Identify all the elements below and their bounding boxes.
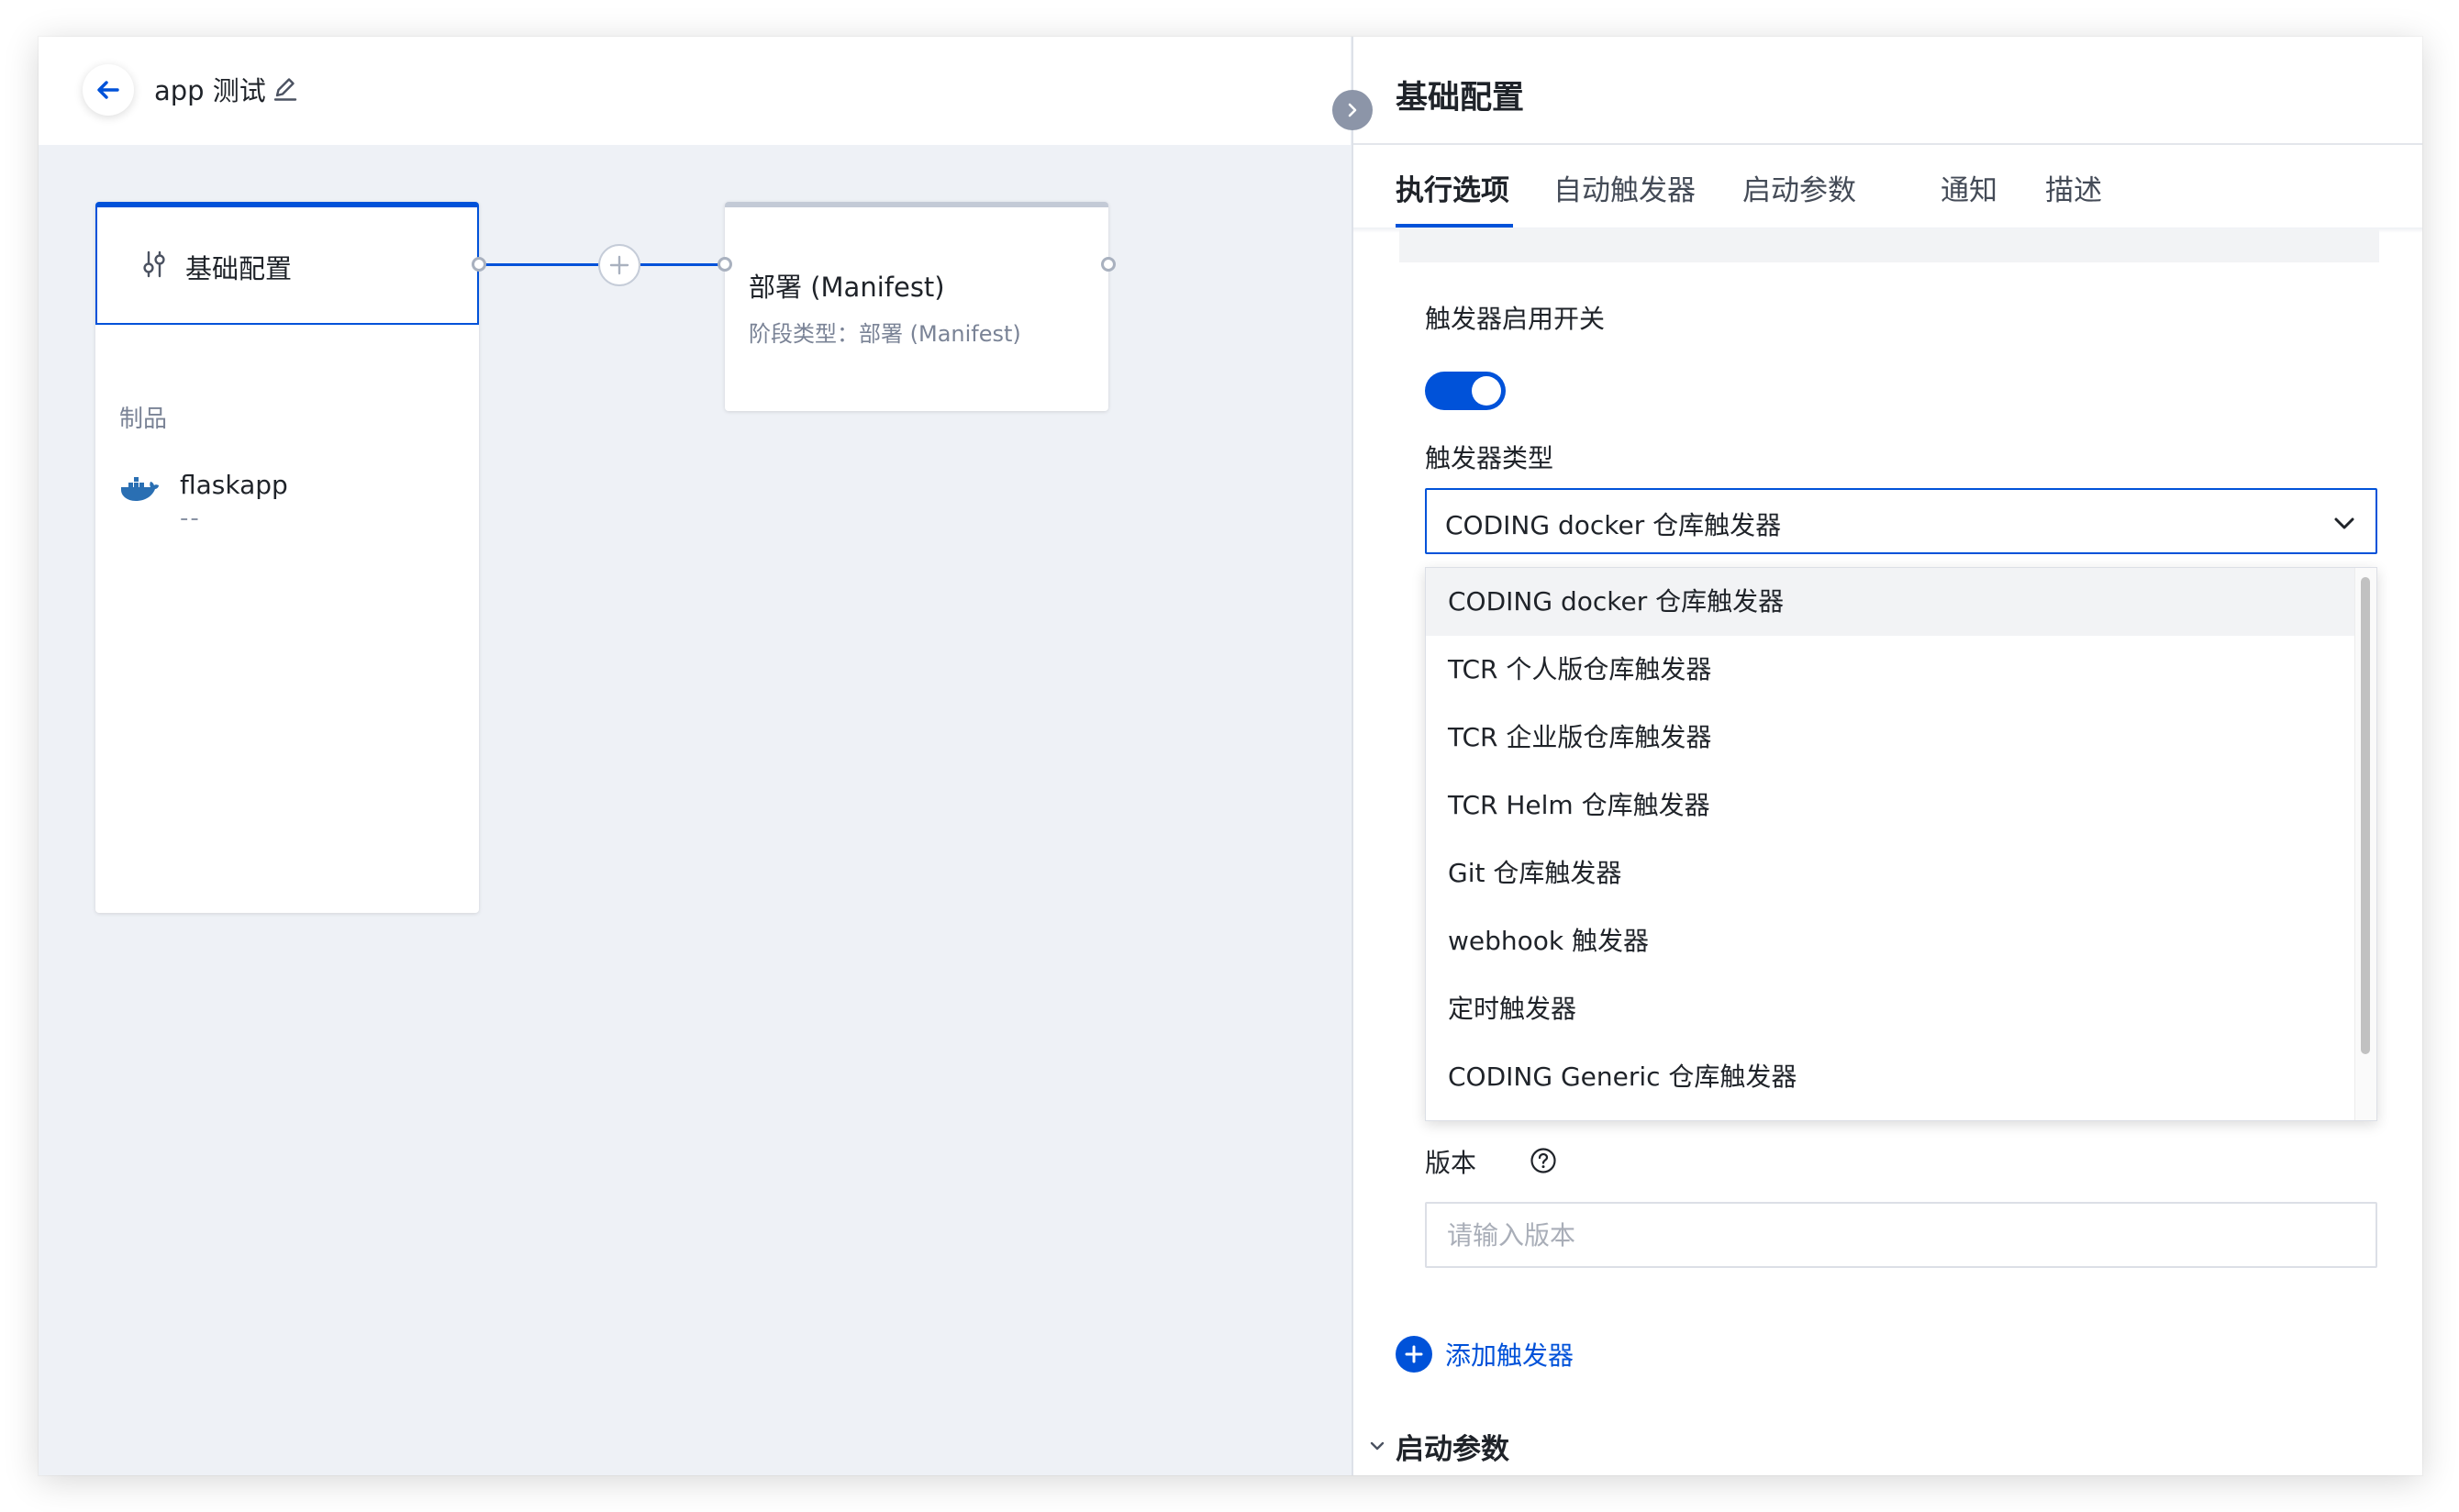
add-trigger-label: 添加触发器 bbox=[1445, 1340, 1574, 1371]
stage-name: 部署 (Manifest) bbox=[749, 272, 945, 303]
stage-port bbox=[472, 257, 486, 272]
startup-params-section-toggle[interactable]: 启动参数 bbox=[1368, 1426, 1509, 1466]
stage-port bbox=[1101, 257, 1116, 272]
stage-connector bbox=[479, 263, 600, 266]
chevron-down-icon bbox=[1370, 1441, 1385, 1451]
tab-description[interactable]: 描述 bbox=[2045, 167, 2102, 208]
collapse-panel-button[interactable] bbox=[1332, 90, 1373, 130]
canvas-header: app 测试 bbox=[39, 37, 1351, 145]
pipeline-title: app 测试 bbox=[154, 75, 266, 106]
sliders-icon bbox=[143, 250, 165, 278]
config-panel: 基础配置 执行选项 自动触发器 启动参数 通知 描述 触发器启用开关 触发器类型… bbox=[1352, 37, 2422, 1475]
dropdown-option[interactable]: 定时触发器 bbox=[1426, 975, 2354, 1043]
dropdown-option[interactable]: Git 仓库触发器 bbox=[1426, 839, 2354, 907]
previous-section-end bbox=[1399, 229, 2379, 262]
tab-bar: 执行选项 自动触发器 启动参数 通知 描述 bbox=[1353, 145, 2422, 229]
version-input-wrapper bbox=[1425, 1202, 2377, 1268]
tab-auto-triggers[interactable]: 自动触发器 bbox=[1553, 167, 1696, 208]
dropdown-option[interactable]: TCR 企业版仓库触发器 bbox=[1426, 704, 2354, 772]
startup-params-section-title: 启动参数 bbox=[1396, 1432, 1509, 1466]
docker-whale-icon bbox=[121, 477, 159, 501]
tab-notifications[interactable]: 通知 bbox=[1941, 167, 1997, 208]
trigger-enabled-toggle[interactable] bbox=[1425, 372, 1506, 410]
tab-startup-params[interactable]: 启动参数 bbox=[1742, 167, 1856, 208]
tab-execution-options[interactable]: 执行选项 bbox=[1396, 167, 1509, 208]
artifact-version: -- bbox=[180, 505, 201, 532]
stage-connector bbox=[640, 263, 729, 266]
back-button[interactable] bbox=[83, 64, 134, 116]
scrollbar-thumb[interactable] bbox=[2361, 577, 2370, 1054]
version-label: 版本 bbox=[1425, 1148, 1477, 1178]
stage-card-base-config[interactable]: 基础配置 制品 flaskapp -- bbox=[95, 202, 479, 913]
stage-port bbox=[718, 257, 732, 272]
dropdown-option[interactable]: CODING Generic 仓库触发器 bbox=[1426, 1043, 2354, 1111]
trigger-type-dropdown: CODING docker 仓库触发器 TCR 个人版仓库触发器 TCR 企业版… bbox=[1425, 567, 2377, 1121]
trigger-type-select[interactable]: CODING docker 仓库触发器 bbox=[1425, 488, 2377, 554]
dropdown-scrollbar[interactable] bbox=[2354, 568, 2376, 1120]
add-circle-icon bbox=[1405, 1345, 1423, 1363]
stage-card-deploy[interactable]: 部署 (Manifest) 阶段类型：部署 (Manifest) bbox=[725, 202, 1108, 411]
dropdown-option[interactable]: webhook 触发器 bbox=[1426, 907, 2354, 975]
artifact-name: flaskapp bbox=[180, 470, 288, 500]
stage-header[interactable]: 基础配置 bbox=[95, 206, 479, 325]
stage-type-label: 阶段类型：部署 (Manifest) bbox=[749, 321, 1021, 347]
stage-name: 基础配置 bbox=[185, 253, 293, 284]
dropdown-option[interactable]: TCR 个人版仓库触发器 bbox=[1426, 636, 2354, 704]
panel-title: 基础配置 bbox=[1396, 80, 1525, 117]
edit-pencil-icon[interactable] bbox=[270, 73, 301, 105]
artifact-section-label: 制品 bbox=[119, 406, 168, 433]
dropdown-option[interactable]: CODING docker 仓库触发器 bbox=[1426, 568, 2354, 636]
version-input[interactable] bbox=[1427, 1204, 2376, 1266]
add-trigger-button[interactable]: 添加触发器 bbox=[1396, 1334, 1574, 1374]
chevron-right-icon bbox=[1348, 103, 1357, 117]
back-arrow-icon bbox=[97, 81, 119, 99]
trigger-type-value: CODING docker 仓库触发器 bbox=[1445, 510, 1782, 540]
add-stage-button[interactable] bbox=[598, 244, 640, 286]
trigger-type-label: 触发器类型 bbox=[1425, 443, 1554, 473]
help-circle-icon[interactable] bbox=[1530, 1147, 1557, 1174]
dropdown-option[interactable]: TCR Helm 仓库触发器 bbox=[1426, 772, 2354, 839]
chevron-down-icon bbox=[2334, 517, 2354, 529]
app-window: app 测试 基础配置 制品 flaskapp -- 部署 (Manifest)… bbox=[39, 37, 2422, 1475]
trigger-switch-label: 触发器启用开关 bbox=[1425, 304, 1606, 334]
plus-icon bbox=[609, 255, 629, 275]
